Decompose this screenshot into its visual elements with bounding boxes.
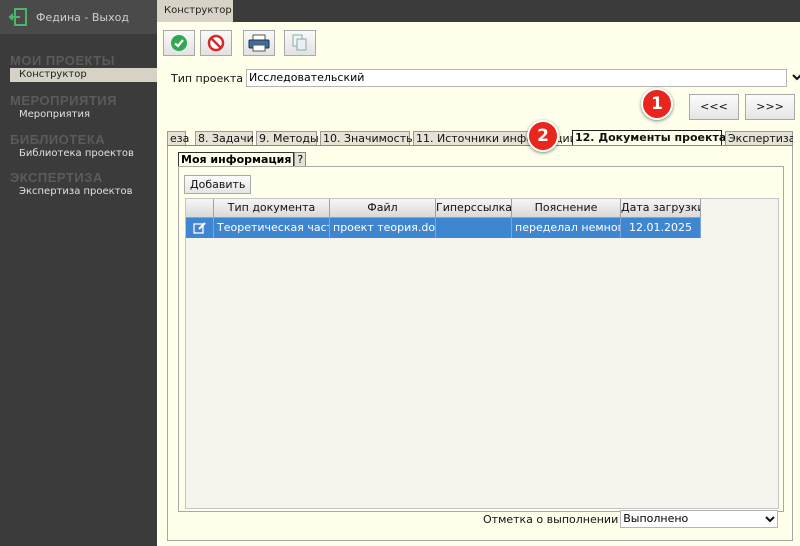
cell-note: переделал немного	[512, 218, 621, 238]
cell-doc-type: Теоретическая часть	[214, 218, 330, 238]
sidebar-item-events[interactable]: Мероприятия	[0, 108, 157, 122]
project-type-select[interactable]: Исследовательский	[246, 69, 800, 87]
sidebar: Федина - Выход МОИ ПРОЕКТЫ Конструктор М…	[0, 0, 157, 546]
tab-methods[interactable]: 9. Методы	[256, 131, 319, 146]
col-note[interactable]: Пояснение	[512, 199, 621, 218]
col-edit	[186, 199, 214, 218]
tab-hypothesis[interactable]: еза	[167, 131, 189, 146]
table-row[interactable]: Теоретическая часть проект теория.docx п…	[186, 218, 701, 238]
cancel-button[interactable]	[200, 30, 232, 56]
user-exit-label: Федина - Выход	[36, 10, 129, 24]
annotation-badge-1: 1	[641, 88, 673, 120]
tab-documents[interactable]: 12. Документы проекта	[572, 130, 726, 146]
sidebar-item-expertise[interactable]: Экспертиза проектов	[0, 185, 157, 199]
chevron-down-icon	[792, 74, 800, 81]
toolbar	[163, 30, 321, 56]
section-expertise: ЭКСПЕРТИЗА	[10, 170, 103, 185]
col-date[interactable]: Дата загрузки	[621, 199, 701, 218]
cell-date: 12.01.2025	[621, 218, 701, 238]
add-button[interactable]: Добавить	[184, 175, 252, 194]
project-type-label: Тип проекта	[171, 71, 244, 85]
status-label: Отметка о выполнении	[483, 512, 619, 526]
check-icon	[171, 35, 187, 51]
col-file[interactable]: Файл	[330, 199, 436, 218]
subtabs: Моя информация?	[178, 152, 307, 167]
user-exit-link[interactable]: Федина - Выход	[0, 0, 157, 34]
col-link[interactable]: Гиперссылка	[436, 199, 512, 218]
cell-link	[436, 218, 512, 238]
save-button[interactable]	[163, 30, 195, 56]
tab-tasks[interactable]: 8. Задачи	[195, 131, 254, 146]
forbidden-icon	[207, 34, 225, 52]
sidebar-item-library[interactable]: Библиотека проектов	[0, 147, 157, 161]
edit-icon[interactable]	[192, 221, 207, 235]
tab-constructor[interactable]: Конструктор	[157, 0, 233, 22]
exit-icon	[8, 8, 27, 26]
my-info-panel: Добавить Тип документа Файл Гиперссылка …	[178, 166, 784, 512]
copy-button[interactable]	[284, 30, 316, 56]
next-tab-button[interactable]: >>>	[745, 94, 795, 120]
prev-tab-button[interactable]: <<<	[689, 94, 739, 120]
status-row: Отметка о выполнении Выполнено	[483, 510, 779, 528]
project-type-row: Тип проекта Исследовательский	[171, 69, 800, 87]
project-type-value: Исследовательский	[249, 71, 365, 84]
top-tabstrip: Конструктор	[157, 0, 800, 22]
subtab-help[interactable]: ?	[294, 152, 307, 167]
annotation-badge-2: 2	[527, 120, 559, 152]
section-events: МЕРОПРИЯТИЯ	[10, 93, 117, 108]
cell-file[interactable]: проект теория.docx	[330, 218, 436, 238]
tab-expertise[interactable]: Экспертиза	[725, 131, 793, 146]
edit-cell[interactable]	[186, 218, 214, 238]
main-area: Конструктор Тип проекта Исследовательски…	[157, 0, 800, 546]
sidebar-item-constructor[interactable]: Конструктор	[10, 68, 157, 82]
documents-grid: Тип документа Файл Гиперссылка Пояснение…	[185, 198, 779, 509]
grid-header: Тип документа Файл Гиперссылка Пояснение…	[186, 199, 701, 218]
section-library: БИБЛИОТЕКА	[10, 132, 106, 147]
section-tabs: еза 8. Задачи 9. Методы 10. Значимость 1…	[167, 130, 793, 146]
tab-significance[interactable]: 10. Значимость	[320, 131, 413, 146]
documents-panel: Моя информация? Добавить Тип документа Ф…	[167, 146, 793, 541]
printer-icon	[248, 34, 270, 52]
section-my-projects: МОИ ПРОЕКТЫ	[10, 53, 115, 68]
print-button[interactable]	[243, 30, 275, 56]
subtab-my-info[interactable]: Моя информация	[178, 152, 295, 167]
copy-icon	[292, 34, 307, 51]
status-select[interactable]: Выполнено	[620, 510, 779, 528]
status-value: Выполнено	[623, 512, 689, 525]
col-doc-type[interactable]: Тип документа	[214, 199, 330, 218]
chevron-down-icon	[765, 516, 775, 523]
